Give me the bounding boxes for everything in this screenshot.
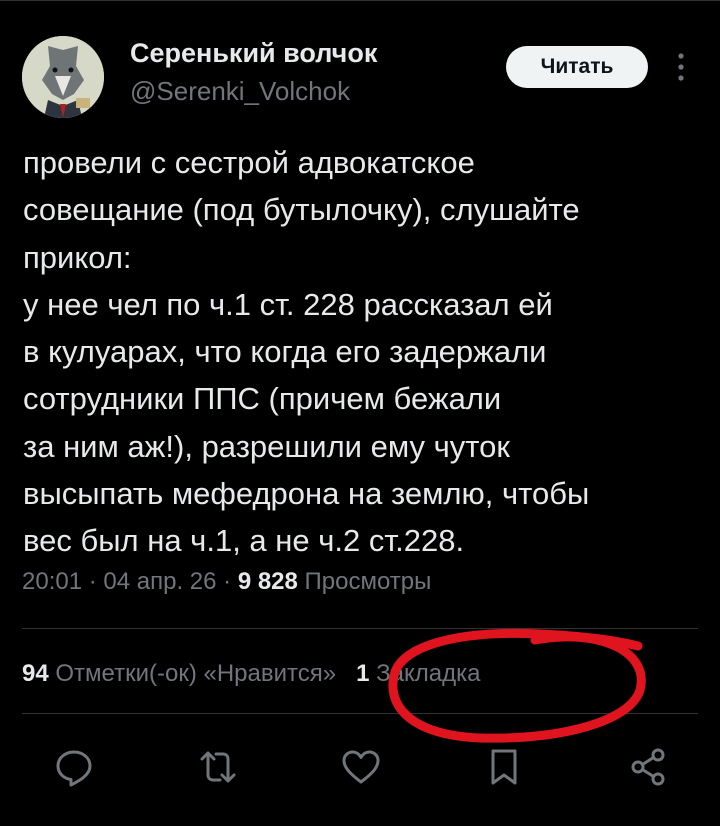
likes-count: 94 xyxy=(22,660,49,687)
wolf-in-suit-avatar-icon xyxy=(22,36,104,118)
bookmark-button[interactable] xyxy=(482,745,526,789)
follow-button[interactable]: Читать xyxy=(506,46,648,88)
top-divider xyxy=(0,0,720,1)
reply-icon xyxy=(56,750,92,787)
avatar[interactable] xyxy=(22,36,104,118)
like-icon xyxy=(342,750,380,784)
likes-label: Отметки(-ок) «Нравится» xyxy=(48,660,337,687)
bookmark-icon xyxy=(491,749,517,785)
repost-button[interactable] xyxy=(196,745,240,789)
engagement-stats: 94 Отметки(-ок) «Нравится» 1 Закладка xyxy=(22,660,480,688)
tweet-date[interactable]: 04 апр. 26 xyxy=(103,568,216,595)
tweet-meta: 20:01 · 04 апр. 26 · 9 828 Просмотры xyxy=(22,568,431,596)
meta-divider xyxy=(22,628,698,629)
author-handle[interactable]: @Serenki_Volchok xyxy=(130,76,350,107)
likes-stat[interactable]: 94 Отметки(-ок) «Нравится» xyxy=(22,660,336,687)
bookmarks-count: 1 xyxy=(356,660,370,687)
tweet-time[interactable]: 20:01 xyxy=(22,568,82,595)
repost-icon xyxy=(200,751,236,783)
tweet-text: провели с сестрой адвокатское совещание … xyxy=(23,145,590,559)
views-label: Просмотры xyxy=(297,568,432,595)
views-count: 9 828 xyxy=(237,568,298,595)
reply-button[interactable] xyxy=(52,745,96,789)
share-button[interactable] xyxy=(626,745,670,789)
share-icon xyxy=(631,748,665,786)
bookmarks-stat[interactable]: 1 Закладка xyxy=(356,660,480,687)
meta-separator: · xyxy=(216,568,238,595)
stats-divider xyxy=(22,713,698,714)
vertical-ellipsis-icon[interactable] xyxy=(674,50,688,84)
bookmarks-label: Закладка xyxy=(369,660,481,687)
like-button[interactable] xyxy=(339,745,383,789)
author-display-name[interactable]: Серенький волчок xyxy=(130,38,377,69)
meta-separator: · xyxy=(82,568,104,595)
